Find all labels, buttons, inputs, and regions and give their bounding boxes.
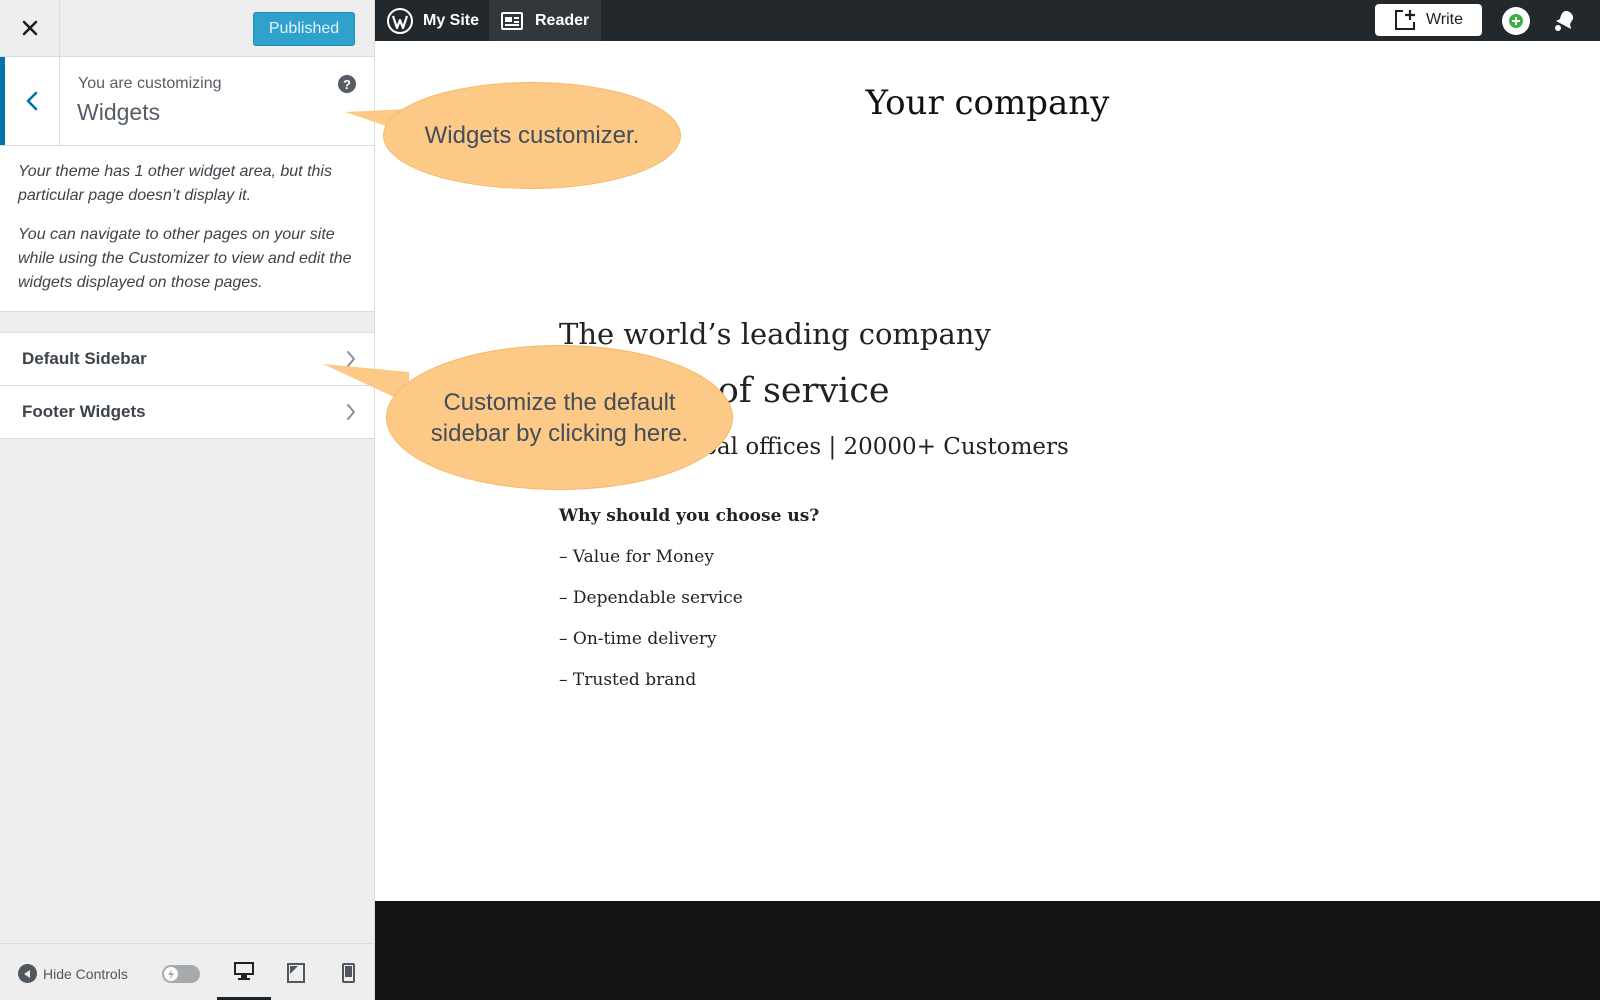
close-customizer-button[interactable] (0, 0, 60, 56)
widget-area-label: Footer Widgets (22, 402, 146, 421)
tablet-icon (287, 962, 305, 983)
mobile-icon (341, 962, 355, 983)
desktop-icon (234, 961, 254, 980)
notice-paragraph: Your theme has 1 other widget area, but … (18, 163, 332, 204)
callout-widgets-customizer: Widgets customizer. (383, 82, 681, 189)
help-icon[interactable]: ? (338, 75, 356, 93)
profile-avatar[interactable] (1502, 7, 1530, 35)
customizer-footer: Hide Controls (0, 943, 374, 1000)
device-desktop-button[interactable] (217, 944, 271, 1000)
write-button[interactable]: Write (1375, 4, 1482, 36)
wordpress-logo-icon (387, 7, 413, 34)
close-icon (22, 20, 37, 36)
list-item: – Trusted brand (559, 670, 697, 690)
callout-default-sidebar: Customize the default sidebar by clickin… (386, 345, 733, 490)
lightning-icon (164, 967, 178, 981)
callout-text: Widgets customizer. (424, 122, 640, 149)
customizer-header: Published (0, 0, 374, 57)
headline-leading: The world’s leading company (559, 317, 991, 351)
widget-area-label: Default Sidebar (22, 349, 147, 368)
chevron-left-icon (26, 91, 38, 111)
collapse-icon (18, 964, 37, 983)
plus-circle-icon (1509, 14, 1523, 28)
back-button[interactable] (0, 57, 60, 145)
notifications-button[interactable] (1551, 8, 1577, 39)
list-item: – On-time delivery (559, 629, 717, 649)
list-item: – Value for Money (559, 547, 714, 567)
write-label: Write (1425, 11, 1464, 28)
reader-label: Reader (535, 11, 590, 29)
why-heading: Why should you choose us? (559, 506, 820, 526)
widget-area-default-sidebar[interactable]: Default Sidebar (0, 332, 374, 386)
widget-area-footer-widgets[interactable]: Footer Widgets (0, 385, 374, 439)
callout-text: Customize the default sidebar by clickin… (430, 388, 689, 447)
reader-link[interactable]: Reader (489, 0, 602, 41)
reader-icon (501, 11, 523, 30)
customizing-label: You are customizing (78, 75, 222, 92)
notice-paragraph: You can navigate to other pages on your … (18, 226, 352, 291)
site-footer (375, 901, 1600, 1000)
my-site-link[interactable]: My Site (387, 0, 479, 41)
admin-bar: My Site Reader Write (375, 0, 1600, 41)
section-title: Widgets (77, 99, 161, 125)
new-post-icon (1394, 10, 1415, 30)
my-site-label: My Site (423, 11, 480, 29)
preview-toggle[interactable] (162, 965, 200, 983)
hide-controls-button[interactable]: Hide Controls (18, 964, 128, 983)
list-item: – Dependable service (559, 588, 743, 608)
widget-area-notice: Your theme has 1 other widget area, but … (0, 146, 374, 312)
publish-button[interactable]: Published (253, 12, 355, 46)
bell-icon (1555, 11, 1574, 31)
section-header: You are customizing Widgets ? (0, 57, 374, 146)
customizer-panel: Published You are customizing Widgets ? … (0, 0, 375, 1000)
hide-controls-label: Hide Controls (43, 965, 128, 982)
device-tablet-button[interactable] (269, 944, 323, 1000)
device-mobile-button[interactable] (321, 944, 375, 1000)
